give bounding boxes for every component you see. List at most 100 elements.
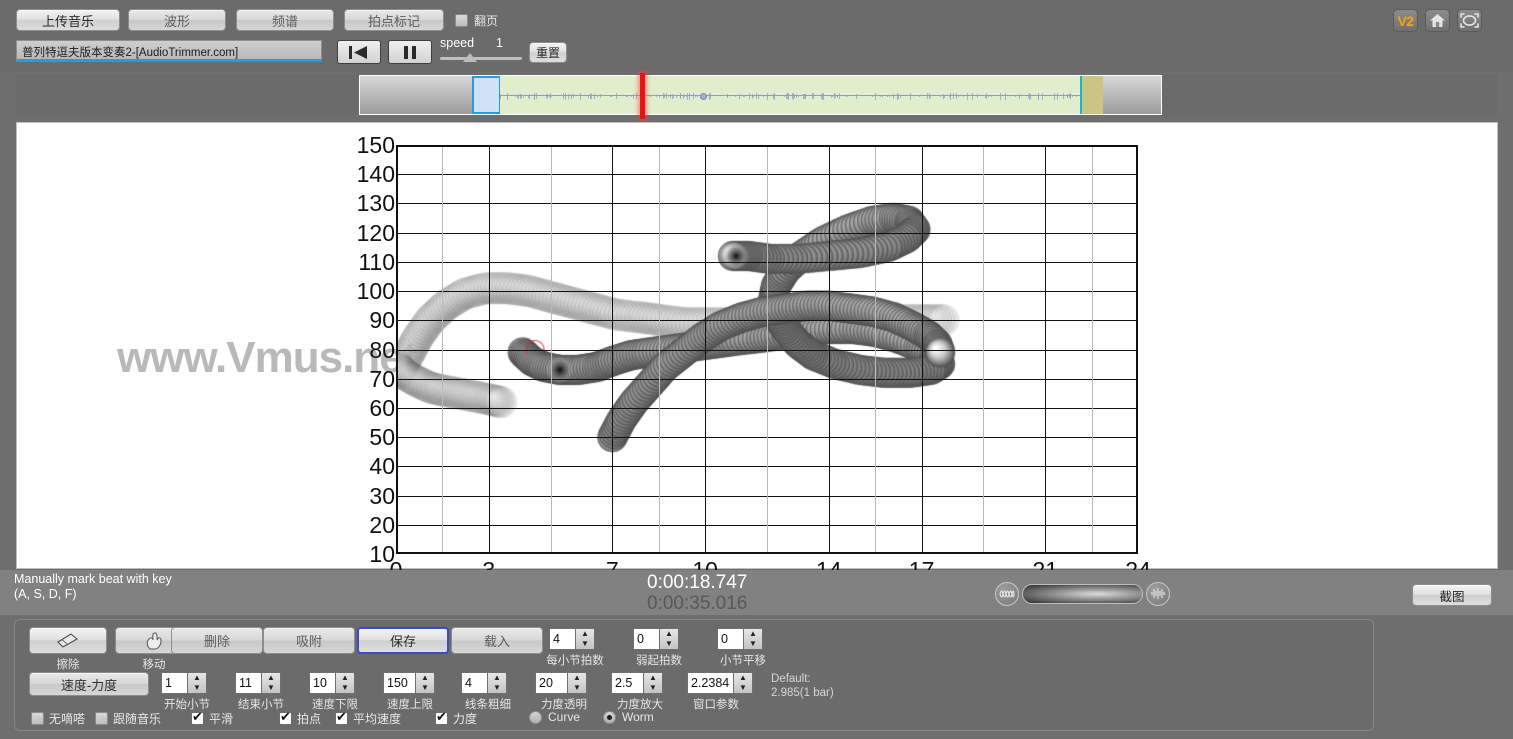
waveform-icon[interactable] [995,582,1019,606]
speed-max-spin-buttons[interactable]: ▲▼ [415,672,435,694]
start-bar-input[interactable] [161,672,187,694]
volume-control-group[interactable] [995,581,1170,606]
checkbox-beat[interactable]: 拍点 [279,710,321,727]
plot-area[interactable]: 102030405060708090100110120130140150 037… [396,145,1138,554]
dynamics-checkbox[interactable] [435,712,448,725]
upload-music-button[interactable]: 上传音乐 [16,9,120,31]
speed-slider-thumb[interactable] [463,53,477,62]
dynamics-alpha-stepper[interactable]: ▲▼ [535,672,587,694]
spectrum-label: 频谱 [272,11,298,30]
end-bar-input[interactable] [235,672,261,694]
waveform-sample [636,93,637,99]
flip-page-checkbox[interactable] [455,14,468,27]
reset-button[interactable]: 重置 [529,42,567,63]
checkbox-dynamics[interactable]: 力度 [435,710,477,727]
start-bar-spin-buttons[interactable]: ▲▼ [187,672,207,694]
filename-field[interactable]: 普列特逗夫版本变奏2-[AudioTrimmer.com] [16,40,322,62]
erase-tool-button[interactable] [29,627,107,654]
playhead-marker[interactable] [640,73,645,119]
dynamics-gain-input[interactable] [611,672,643,694]
window-param-input[interactable] [687,672,733,694]
checkbox-no-click[interactable]: 无嘀嗒 [31,710,85,727]
beat-checkbox[interactable] [279,712,292,725]
speed-min-stepper[interactable]: ▲▼ [309,672,355,694]
pickup-beats-stepper[interactable]: ▲▼ [633,628,679,650]
spectrum-button[interactable]: 频谱 [236,9,334,31]
follow-music-checkbox[interactable] [95,712,108,725]
waveform-sample [839,93,840,99]
speed-slider-group[interactable]: speed 1 [440,36,522,66]
fullscreen-button[interactable] [1457,9,1482,32]
worm-radio[interactable] [603,711,616,724]
y-tick-label: 120 [335,222,395,245]
speed-value: 1 [496,36,503,50]
end-bar-stepper[interactable]: ▲▼ [235,672,281,694]
beat-mark-label: 拍点标记 [368,11,420,30]
waveform-end-region[interactable] [1080,76,1103,114]
no-click-checkbox[interactable] [31,712,44,725]
waveform-sample [875,93,876,100]
rewind-button[interactable] [337,40,381,64]
dynamics-gain-spin-buttons[interactable]: ▲▼ [643,672,663,694]
v2-badge-button[interactable]: V2 [1393,9,1418,32]
line-width-stepper[interactable]: ▲▼ [461,672,507,694]
save-button[interactable]: 保存 [357,627,449,654]
total-time: 0:00:35.016 [647,593,747,615]
window-param-stepper[interactable]: ▲▼ [687,672,753,694]
delete-button[interactable]: 删除 [171,627,263,654]
beats-per-bar-spin-buttons[interactable]: ▲▼ [575,628,595,650]
pause-button[interactable] [388,40,432,64]
checkbox-avg-speed[interactable]: 平均速度 [335,710,401,727]
start-bar-stepper[interactable]: ▲▼ [161,672,207,694]
v2-label: V2 [1397,13,1413,29]
snapshot-label: 截图 [1439,586,1464,605]
smooth-checkbox[interactable] [191,712,204,725]
window-param-spin-buttons[interactable]: ▲▼ [733,672,753,694]
beats-per-bar-input[interactable] [549,628,575,650]
load-button[interactable]: 载入 [451,627,543,654]
beats-per-bar-stepper[interactable]: ▲▼ [549,628,595,650]
worm-label: Worm [622,710,654,724]
bar-shift-stepper[interactable]: ▲▼ [717,628,763,650]
snap-button[interactable]: 吸附 [263,627,355,654]
waveform-selection[interactable] [472,76,501,114]
waveform-sample [756,93,757,99]
snapshot-button[interactable]: 截图 [1412,584,1492,606]
speed-slider-track[interactable] [440,57,522,60]
line-width-input[interactable] [461,672,487,694]
radio-curve[interactable]: Curve [529,710,580,724]
line-width-spin-buttons[interactable]: ▲▼ [487,672,507,694]
curve-label: Curve [548,710,580,724]
waveform-lead-in[interactable] [360,76,473,114]
flip-page-checkbox-group[interactable]: 翻页 [455,12,498,29]
audio-wave-icon[interactable] [1146,582,1170,606]
end-bar-spin-buttons[interactable]: ▲▼ [261,672,281,694]
dynamics-alpha-spin-buttons[interactable]: ▲▼ [567,672,587,694]
speed-min-input[interactable] [309,672,335,694]
speed-min-spin-buttons[interactable]: ▲▼ [335,672,355,694]
checkbox-follow-music[interactable]: 跟随音乐 [95,710,161,727]
waveform-button[interactable]: 波形 [128,9,226,31]
waveform-marker-dot[interactable] [700,93,707,100]
pickup-beats-input[interactable] [633,628,659,650]
home-button[interactable] [1425,9,1450,32]
bar-shift-input[interactable] [717,628,743,650]
volume-slider[interactable] [1022,584,1143,604]
checkbox-smooth[interactable]: 平滑 [191,710,233,727]
dynamics-gain-stepper[interactable]: ▲▼ [611,672,663,694]
speed-dynamics-button[interactable]: 速度-力度 [29,672,149,696]
pickup-beats-spin-buttons[interactable]: ▲▼ [659,628,679,650]
avg-speed-checkbox[interactable] [335,712,348,725]
beat-mark-button[interactable]: 拍点标记 [344,9,444,31]
curve-radio[interactable] [529,711,542,724]
radio-worm[interactable]: Worm [603,710,654,724]
speed-max-stepper[interactable]: ▲▼ [383,672,435,694]
waveform-timeline[interactable] [359,75,1162,115]
speed-max-input[interactable] [383,672,415,694]
waveform-sample [1057,93,1058,100]
bar-shift-spin-buttons[interactable]: ▲▼ [743,628,763,650]
home-icon [1429,13,1446,28]
waveform-lead-out[interactable] [1103,76,1161,114]
waveform-sample [1054,93,1055,100]
dynamics-alpha-input[interactable] [535,672,567,694]
